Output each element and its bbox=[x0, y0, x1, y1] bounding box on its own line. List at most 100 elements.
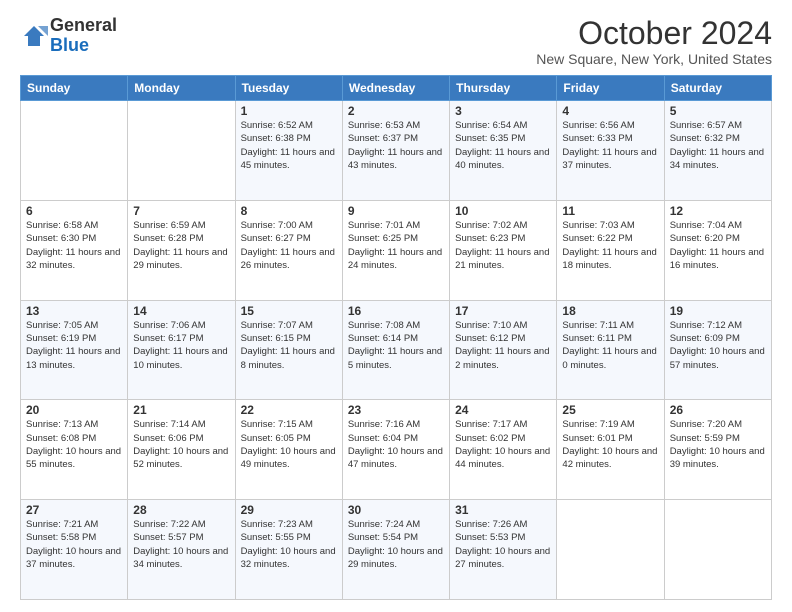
sunset-text: Sunset: 6:08 PM bbox=[26, 433, 96, 444]
sunrise-text: Sunrise: 7:20 AM bbox=[670, 419, 742, 430]
sunset-text: Sunset: 6:28 PM bbox=[133, 233, 203, 244]
day-number: 9 bbox=[348, 204, 444, 218]
sunrise-text: Sunrise: 7:01 AM bbox=[348, 220, 420, 231]
sunset-text: Sunset: 5:57 PM bbox=[133, 532, 203, 543]
day-info: Sunrise: 6:56 AM Sunset: 6:33 PM Dayligh… bbox=[562, 119, 658, 172]
day-number: 2 bbox=[348, 104, 444, 118]
day-info: Sunrise: 6:58 AM Sunset: 6:30 PM Dayligh… bbox=[26, 219, 122, 272]
sunset-text: Sunset: 6:20 PM bbox=[670, 233, 740, 244]
day-cell: 16 Sunrise: 7:08 AM Sunset: 6:14 PM Dayl… bbox=[342, 300, 449, 400]
day-info: Sunrise: 7:05 AM Sunset: 6:19 PM Dayligh… bbox=[26, 319, 122, 372]
day-cell: 13 Sunrise: 7:05 AM Sunset: 6:19 PM Dayl… bbox=[21, 300, 128, 400]
logo-blue: Blue bbox=[50, 35, 89, 55]
day-cell: 14 Sunrise: 7:06 AM Sunset: 6:17 PM Dayl… bbox=[128, 300, 235, 400]
day-info: Sunrise: 7:22 AM Sunset: 5:57 PM Dayligh… bbox=[133, 518, 229, 571]
title-block: October 2024 New Square, New York, Unite… bbox=[536, 16, 772, 67]
daylight-text: Daylight: 11 hours and 10 minutes. bbox=[133, 346, 227, 370]
day-cell: 18 Sunrise: 7:11 AM Sunset: 6:11 PM Dayl… bbox=[557, 300, 664, 400]
day-cell: 30 Sunrise: 7:24 AM Sunset: 5:54 PM Dayl… bbox=[342, 500, 449, 600]
day-info: Sunrise: 6:52 AM Sunset: 6:38 PM Dayligh… bbox=[241, 119, 337, 172]
day-info: Sunrise: 6:59 AM Sunset: 6:28 PM Dayligh… bbox=[133, 219, 229, 272]
day-info: Sunrise: 6:53 AM Sunset: 6:37 PM Dayligh… bbox=[348, 119, 444, 172]
day-cell: 17 Sunrise: 7:10 AM Sunset: 6:12 PM Dayl… bbox=[450, 300, 557, 400]
daylight-text: Daylight: 10 hours and 32 minutes. bbox=[241, 546, 336, 570]
sunset-text: Sunset: 6:11 PM bbox=[562, 333, 632, 344]
day-number: 3 bbox=[455, 104, 551, 118]
header: General Blue October 2024 New Square, Ne… bbox=[20, 16, 772, 67]
sunrise-text: Sunrise: 7:23 AM bbox=[241, 519, 313, 530]
sunrise-text: Sunrise: 7:16 AM bbox=[348, 419, 420, 430]
sunset-text: Sunset: 6:15 PM bbox=[241, 333, 311, 344]
day-number: 20 bbox=[26, 403, 122, 417]
logo-general: General bbox=[50, 15, 117, 35]
daylight-text: Daylight: 11 hours and 2 minutes. bbox=[455, 346, 549, 370]
daylight-text: Daylight: 10 hours and 44 minutes. bbox=[455, 446, 550, 470]
sunrise-text: Sunrise: 7:03 AM bbox=[562, 220, 634, 231]
sunset-text: Sunset: 5:59 PM bbox=[670, 433, 740, 444]
day-number: 17 bbox=[455, 304, 551, 318]
day-info: Sunrise: 7:03 AM Sunset: 6:22 PM Dayligh… bbox=[562, 219, 658, 272]
sunset-text: Sunset: 6:30 PM bbox=[26, 233, 96, 244]
day-info: Sunrise: 7:24 AM Sunset: 5:54 PM Dayligh… bbox=[348, 518, 444, 571]
sunset-text: Sunset: 6:37 PM bbox=[348, 133, 418, 144]
day-cell: 12 Sunrise: 7:04 AM Sunset: 6:20 PM Dayl… bbox=[664, 200, 771, 300]
day-number: 14 bbox=[133, 304, 229, 318]
daylight-text: Daylight: 10 hours and 52 minutes. bbox=[133, 446, 228, 470]
sunset-text: Sunset: 6:27 PM bbox=[241, 233, 311, 244]
day-cell: 3 Sunrise: 6:54 AM Sunset: 6:35 PM Dayli… bbox=[450, 101, 557, 201]
day-cell: 21 Sunrise: 7:14 AM Sunset: 6:06 PM Dayl… bbox=[128, 400, 235, 500]
sunrise-text: Sunrise: 7:22 AM bbox=[133, 519, 205, 530]
day-cell bbox=[664, 500, 771, 600]
day-info: Sunrise: 7:16 AM Sunset: 6:04 PM Dayligh… bbox=[348, 418, 444, 471]
sunrise-text: Sunrise: 7:05 AM bbox=[26, 320, 98, 331]
sunset-text: Sunset: 6:09 PM bbox=[670, 333, 740, 344]
daylight-text: Daylight: 11 hours and 8 minutes. bbox=[241, 346, 335, 370]
sunrise-text: Sunrise: 7:26 AM bbox=[455, 519, 527, 530]
sunset-text: Sunset: 6:19 PM bbox=[26, 333, 96, 344]
day-number: 30 bbox=[348, 503, 444, 517]
day-info: Sunrise: 7:11 AM Sunset: 6:11 PM Dayligh… bbox=[562, 319, 658, 372]
month-title: October 2024 bbox=[536, 16, 772, 51]
sunrise-text: Sunrise: 7:21 AM bbox=[26, 519, 98, 530]
day-number: 1 bbox=[241, 104, 337, 118]
day-info: Sunrise: 7:01 AM Sunset: 6:25 PM Dayligh… bbox=[348, 219, 444, 272]
sunset-text: Sunset: 6:25 PM bbox=[348, 233, 418, 244]
header-wednesday: Wednesday bbox=[342, 76, 449, 101]
day-cell: 27 Sunrise: 7:21 AM Sunset: 5:58 PM Dayl… bbox=[21, 500, 128, 600]
day-info: Sunrise: 7:19 AM Sunset: 6:01 PM Dayligh… bbox=[562, 418, 658, 471]
sunrise-text: Sunrise: 6:59 AM bbox=[133, 220, 205, 231]
sunrise-text: Sunrise: 7:07 AM bbox=[241, 320, 313, 331]
header-friday: Friday bbox=[557, 76, 664, 101]
day-number: 12 bbox=[670, 204, 766, 218]
sunrise-text: Sunrise: 7:19 AM bbox=[562, 419, 634, 430]
day-cell bbox=[21, 101, 128, 201]
sunset-text: Sunset: 5:55 PM bbox=[241, 532, 311, 543]
header-sunday: Sunday bbox=[21, 76, 128, 101]
daylight-text: Daylight: 11 hours and 37 minutes. bbox=[562, 147, 656, 171]
day-info: Sunrise: 6:57 AM Sunset: 6:32 PM Dayligh… bbox=[670, 119, 766, 172]
sunrise-text: Sunrise: 7:24 AM bbox=[348, 519, 420, 530]
sunset-text: Sunset: 6:14 PM bbox=[348, 333, 418, 344]
sunrise-text: Sunrise: 7:12 AM bbox=[670, 320, 742, 331]
sunset-text: Sunset: 6:23 PM bbox=[455, 233, 525, 244]
calendar-header: Sunday Monday Tuesday Wednesday Thursday… bbox=[21, 76, 772, 101]
day-info: Sunrise: 6:54 AM Sunset: 6:35 PM Dayligh… bbox=[455, 119, 551, 172]
location-subtitle: New Square, New York, United States bbox=[536, 51, 772, 67]
day-cell: 5 Sunrise: 6:57 AM Sunset: 6:32 PM Dayli… bbox=[664, 101, 771, 201]
sunrise-text: Sunrise: 7:00 AM bbox=[241, 220, 313, 231]
week-row-3: 13 Sunrise: 7:05 AM Sunset: 6:19 PM Dayl… bbox=[21, 300, 772, 400]
day-info: Sunrise: 7:12 AM Sunset: 6:09 PM Dayligh… bbox=[670, 319, 766, 372]
day-number: 8 bbox=[241, 204, 337, 218]
sunset-text: Sunset: 6:12 PM bbox=[455, 333, 525, 344]
day-info: Sunrise: 7:06 AM Sunset: 6:17 PM Dayligh… bbox=[133, 319, 229, 372]
sunrise-text: Sunrise: 7:04 AM bbox=[670, 220, 742, 231]
sunrise-text: Sunrise: 7:10 AM bbox=[455, 320, 527, 331]
day-info: Sunrise: 7:07 AM Sunset: 6:15 PM Dayligh… bbox=[241, 319, 337, 372]
week-row-2: 6 Sunrise: 6:58 AM Sunset: 6:30 PM Dayli… bbox=[21, 200, 772, 300]
sunrise-text: Sunrise: 6:52 AM bbox=[241, 120, 313, 131]
sunrise-text: Sunrise: 7:08 AM bbox=[348, 320, 420, 331]
sunrise-text: Sunrise: 6:56 AM bbox=[562, 120, 634, 131]
daylight-text: Daylight: 10 hours and 27 minutes. bbox=[455, 546, 550, 570]
daylight-text: Daylight: 10 hours and 49 minutes. bbox=[241, 446, 336, 470]
day-cell: 25 Sunrise: 7:19 AM Sunset: 6:01 PM Dayl… bbox=[557, 400, 664, 500]
